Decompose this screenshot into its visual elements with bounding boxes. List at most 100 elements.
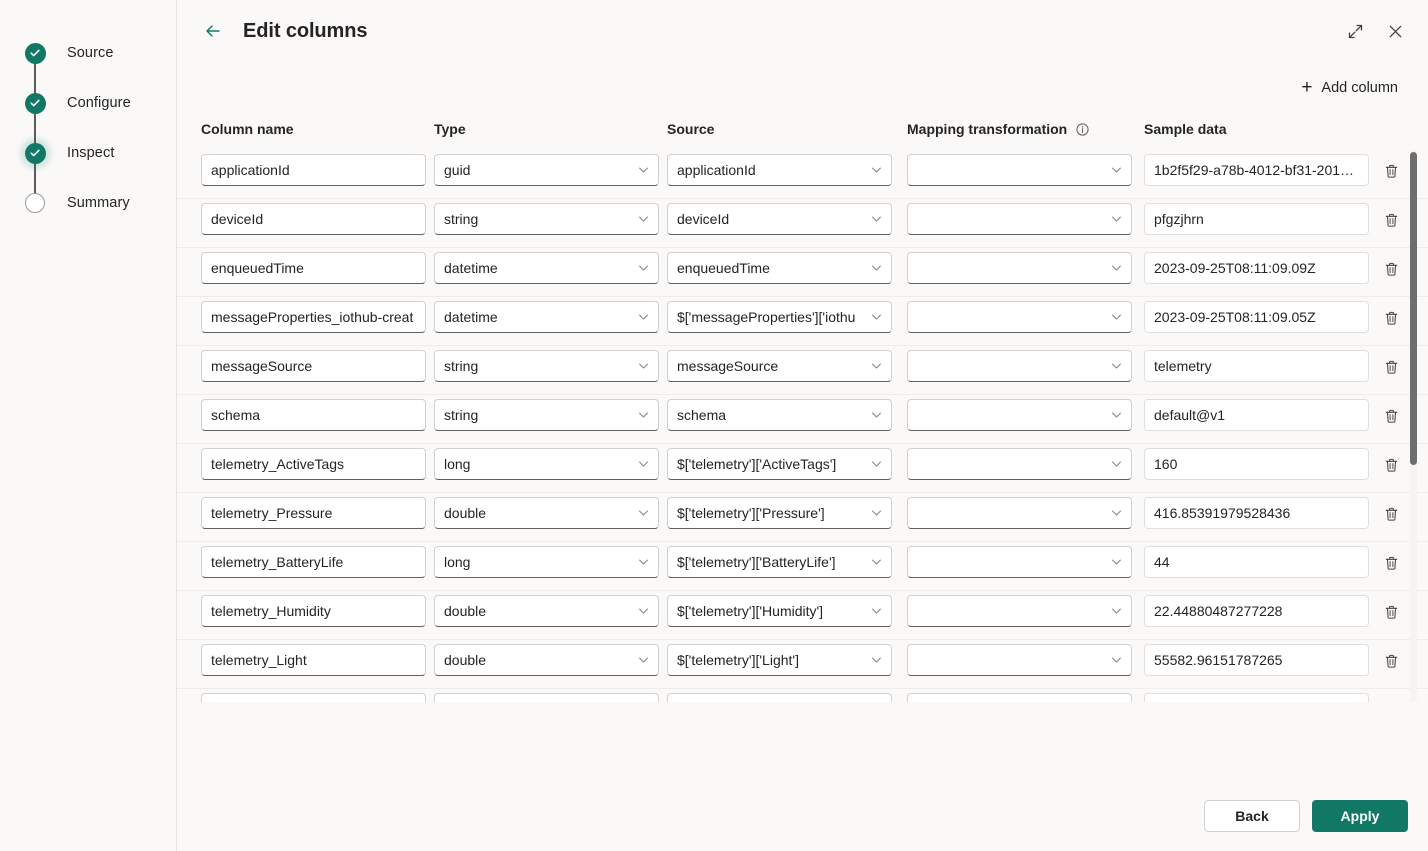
mapping-transformation-dropdown[interactable] (907, 154, 1132, 186)
grid-scrollbar-track[interactable] (1410, 150, 1417, 702)
column-name-input[interactable]: enqueuedTime (201, 252, 426, 284)
wizard-step-inspect[interactable]: Inspect (0, 128, 177, 178)
type-dropdown[interactable]: double (434, 595, 659, 627)
source-dropdown[interactable]: messageSource (667, 350, 892, 382)
type-dropdown[interactable]: long (434, 448, 659, 480)
mapping-transformation-dropdown[interactable] (907, 252, 1132, 284)
type-dropdown[interactable]: string (434, 350, 659, 382)
chevron-down-icon (870, 311, 883, 324)
type-dropdown[interactable]: guid (434, 154, 659, 186)
mapping-transformation-dropdown[interactable] (907, 350, 1132, 382)
sample-data-value-box: 160 (1144, 448, 1369, 480)
column-name-input[interactable]: telemetry_BatteryLife (201, 546, 426, 578)
type-dropdown[interactable]: double (434, 497, 659, 529)
type-dropdown[interactable]: datetime (434, 301, 659, 333)
source-dropdown[interactable]: $['messageProperties']['iothu (667, 301, 892, 333)
source-dropdown[interactable]: $['telemetry']['Pressure'] (667, 497, 892, 529)
delete-row-button[interactable] (1380, 209, 1402, 231)
type-dropdown[interactable]: string (434, 203, 659, 235)
delete-row-button[interactable] (1380, 405, 1402, 427)
mapping-transformation-dropdown[interactable] (907, 595, 1132, 627)
source-value: deviceId (677, 211, 730, 227)
add-column-button[interactable]: + Add column (1301, 78, 1398, 97)
source-value: $['messageProperties']['iothu (677, 309, 856, 325)
source-dropdown[interactable]: $['telemetry']['ActiveTags'] (667, 448, 892, 480)
source-dropdown[interactable]: $['telemetry']['Light'] (667, 644, 892, 676)
close-button[interactable] (1382, 18, 1408, 44)
header-actions (1342, 18, 1408, 44)
delete-row-button[interactable] (1380, 356, 1402, 378)
delete-row-button[interactable] (1380, 307, 1402, 329)
header-type: Type (434, 121, 466, 137)
apply-button[interactable]: Apply (1312, 800, 1408, 832)
info-icon[interactable] (1076, 122, 1089, 136)
source-value: $['telemetry']['Light'] (677, 652, 799, 668)
column-name-input[interactable]: messageProperties_iothub-creat (201, 301, 426, 333)
cell-column-name: messageProperties_iothub-creat (201, 301, 426, 333)
mapping-transformation-dropdown[interactable] (907, 497, 1132, 529)
column-name-value: enqueuedTime (211, 260, 304, 276)
source-dropdown[interactable]: $['telemetry']['Humidity'] (667, 595, 892, 627)
type-dropdown[interactable]: datetime (434, 252, 659, 284)
type-dropdown[interactable] (434, 693, 659, 702)
type-value: long (444, 456, 471, 472)
wizard-step-source[interactable]: Source (0, 28, 177, 78)
delete-row-button[interactable] (1380, 503, 1402, 525)
trash-icon (1385, 311, 1397, 325)
sample-data-value-box: 416.85391979528436 (1144, 497, 1369, 529)
source-dropdown[interactable]: $['telemetry']['BatteryLife'] (667, 546, 892, 578)
cell-source: enqueuedTime (667, 252, 892, 284)
source-dropdown[interactable]: applicationId (667, 154, 892, 186)
source-dropdown[interactable]: deviceId (667, 203, 892, 235)
wizard-step-configure[interactable]: Configure (0, 78, 177, 128)
type-dropdown[interactable]: double (434, 644, 659, 676)
delete-row-button[interactable] (1380, 650, 1402, 672)
source-dropdown[interactable]: schema (667, 399, 892, 431)
delete-row-button[interactable] (1380, 160, 1402, 182)
chevron-down-icon (870, 458, 883, 471)
expand-button[interactable] (1342, 18, 1368, 44)
mapping-transformation-dropdown[interactable] (907, 399, 1132, 431)
grid-scrollbar-thumb[interactable] (1410, 152, 1417, 465)
cell-source: applicationId (667, 154, 892, 186)
type-dropdown[interactable]: long (434, 546, 659, 578)
table-row (177, 689, 1428, 702)
column-name-input[interactable]: applicationId (201, 154, 426, 186)
mapping-transformation-dropdown[interactable] (907, 301, 1132, 333)
cell-source: deviceId (667, 203, 892, 235)
cell-column-name: messageSource (201, 350, 426, 382)
chevron-down-icon (870, 556, 883, 569)
wizard-step-summary[interactable]: Summary (0, 178, 177, 228)
trash-icon (1385, 507, 1397, 521)
column-name-input[interactable]: telemetry_ActiveTags (201, 448, 426, 480)
column-name-input[interactable]: deviceId (201, 203, 426, 235)
column-name-input[interactable]: telemetry_Light (201, 644, 426, 676)
mapping-transformation-dropdown[interactable] (907, 546, 1132, 578)
back-button[interactable] (201, 19, 225, 43)
delete-row-button[interactable] (1380, 601, 1402, 623)
column-name-input[interactable]: messageSource (201, 350, 426, 382)
mapping-transformation-dropdown[interactable] (907, 203, 1132, 235)
arrow-left-icon (206, 25, 220, 37)
mapping-transformation-dropdown[interactable] (907, 644, 1132, 676)
column-name-input[interactable]: telemetry_Humidity (201, 595, 426, 627)
back-button-footer[interactable]: Back (1204, 800, 1300, 832)
type-dropdown[interactable]: string (434, 399, 659, 431)
sample-data-value: 2023-09-25T08:11:09.05Z (1154, 309, 1316, 325)
delete-row-button[interactable] (1380, 552, 1402, 574)
delete-row-button[interactable] (1380, 454, 1402, 476)
column-name-value: telemetry_Humidity (211, 603, 331, 619)
mapping-transformation-dropdown[interactable] (907, 448, 1132, 480)
delete-row-button[interactable] (1380, 258, 1402, 280)
chevron-down-icon (637, 311, 650, 324)
column-name-input[interactable]: schema (201, 399, 426, 431)
column-name-input[interactable] (201, 693, 426, 702)
header-source: Source (667, 121, 715, 137)
source-dropdown[interactable] (667, 693, 892, 702)
cell-mapping-transformation (907, 399, 1132, 431)
column-name-input[interactable]: telemetry_Pressure (201, 497, 426, 529)
mapping-transformation-dropdown[interactable] (907, 693, 1132, 702)
source-dropdown[interactable]: enqueuedTime (667, 252, 892, 284)
column-name-value: deviceId (211, 211, 264, 227)
wizard-step-label: Configure (67, 95, 131, 111)
